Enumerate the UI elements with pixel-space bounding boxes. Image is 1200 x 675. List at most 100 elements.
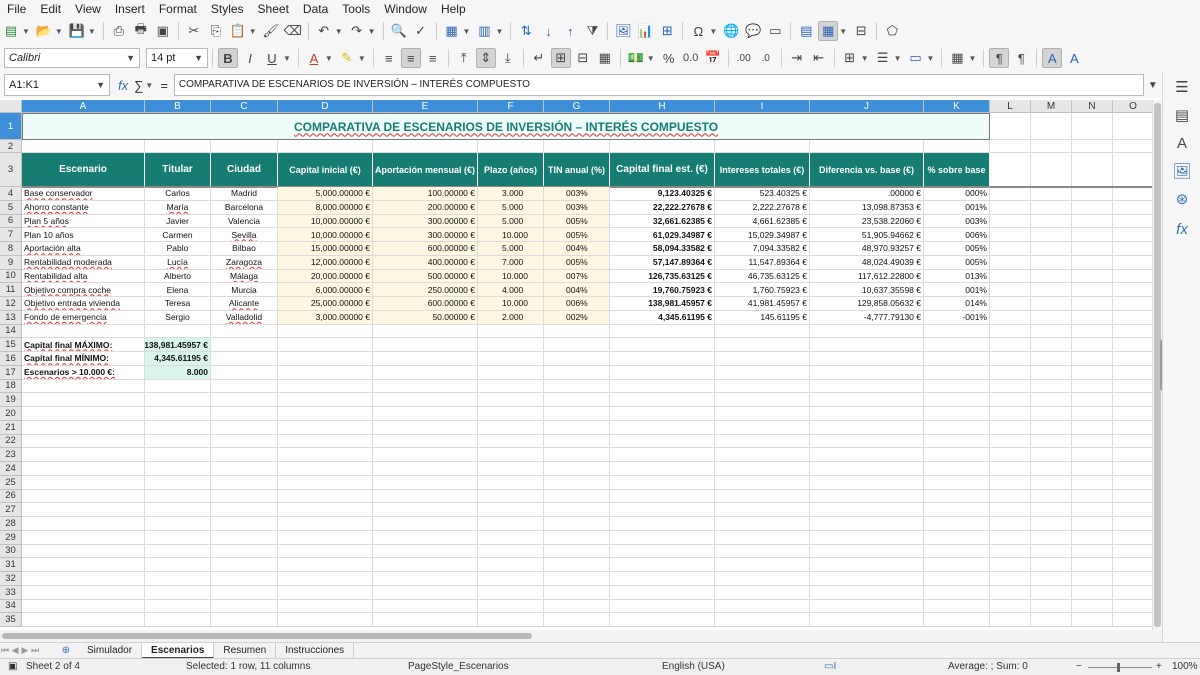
chevron-down-icon[interactable]: ▼ (194, 53, 203, 63)
data-cell[interactable]: 50.00000 € (373, 310, 478, 325)
empty-cell[interactable] (924, 544, 990, 559)
empty-cell[interactable] (22, 420, 145, 435)
column-icon[interactable]: ▥ (474, 21, 494, 41)
empty-cell[interactable] (1113, 407, 1152, 421)
text-orientation-horizontal-icon[interactable]: A (1042, 48, 1063, 68)
empty-cell[interactable] (810, 434, 924, 449)
empty-cell[interactable] (715, 572, 810, 586)
row-header-5[interactable]: 5 (0, 200, 22, 215)
empty-cell[interactable] (924, 503, 990, 517)
empty-cell[interactable] (478, 599, 544, 614)
column-header-m[interactable]: M (1031, 100, 1072, 113)
summary-value[interactable]: 138,981.45957 € (145, 338, 211, 352)
row-header-28[interactable]: 28 (0, 517, 22, 531)
empty-cell[interactable] (810, 475, 924, 490)
empty-cell[interactable] (990, 503, 1031, 517)
empty-cell[interactable] (610, 599, 715, 614)
empty-cell[interactable] (810, 613, 924, 627)
data-cell[interactable]: 2.000 (478, 310, 544, 325)
column-header-d[interactable]: D (278, 100, 373, 113)
empty-cell[interactable] (924, 352, 990, 366)
empty-cell[interactable] (373, 517, 478, 531)
empty-cell[interactable] (1113, 393, 1152, 407)
empty-cell[interactable] (715, 379, 810, 394)
data-cell[interactable]: 57,147.89364 € (610, 255, 715, 270)
empty-cell[interactable] (22, 517, 145, 531)
empty-cell[interactable] (145, 572, 211, 586)
sort-descending-icon[interactable]: ↑ (560, 21, 580, 41)
empty-cell[interactable] (1072, 530, 1113, 545)
copy-icon[interactable]: ⎘ (206, 21, 226, 41)
column-header-g[interactable]: G (544, 100, 610, 113)
empty-cell[interactable] (145, 489, 211, 504)
data-cell[interactable]: 10.000 (478, 228, 544, 242)
empty-cell[interactable] (373, 324, 478, 339)
navigator-icon[interactable]: ⊛ (1173, 190, 1191, 208)
empty-cell[interactable] (990, 517, 1031, 531)
data-cell[interactable]: Zaragoza (211, 255, 278, 270)
data-cell[interactable]: 005% (924, 242, 990, 256)
empty-cell[interactable] (22, 489, 145, 504)
empty-cell[interactable] (715, 420, 810, 435)
empty-cell[interactable] (1072, 544, 1113, 559)
conditional-format-icon[interactable]: ▦ (947, 48, 967, 68)
empty-cell[interactable] (610, 585, 715, 600)
underline-icon[interactable]: U (262, 48, 282, 68)
text-orientation-vertical-icon[interactable]: A (1064, 48, 1084, 68)
data-cell[interactable]: 4,661.62385 € (715, 214, 810, 229)
empty-cell[interactable] (1072, 113, 1113, 140)
empty-cell[interactable] (22, 462, 145, 476)
next-sheet-icon[interactable]: ▶ (20, 645, 30, 656)
data-cell[interactable]: 006% (544, 297, 610, 311)
number-format-icon[interactable]: 0.0 (681, 48, 701, 68)
data-cell[interactable]: Alberto (145, 269, 211, 284)
column-header-i[interactable]: I (715, 100, 810, 113)
data-cell[interactable]: 600.00000 € (373, 297, 478, 311)
empty-cell[interactable] (990, 310, 1031, 325)
column-header-j[interactable]: J (810, 100, 924, 113)
empty-cell[interactable] (924, 324, 990, 339)
empty-cell[interactable] (1072, 613, 1113, 627)
empty-cell[interactable] (211, 407, 278, 421)
empty-cell[interactable] (1113, 153, 1152, 187)
empty-cell[interactable] (1113, 270, 1152, 284)
empty-cell[interactable] (544, 140, 610, 153)
data-cell[interactable]: 6,000.00000 € (278, 283, 373, 297)
zoom-in-icon[interactable]: + (1156, 661, 1162, 672)
column-header-k[interactable]: K (924, 100, 990, 113)
empty-cell[interactable] (924, 338, 990, 352)
header-cell[interactable]: Titular (145, 153, 211, 187)
empty-cell[interactable] (924, 613, 990, 627)
data-cell[interactable]: Carmen (145, 228, 211, 242)
empty-cell[interactable] (478, 365, 544, 380)
data-cell[interactable]: 013% (924, 269, 990, 284)
data-cell[interactable]: 300.00000 € (373, 228, 478, 242)
empty-cell[interactable] (610, 420, 715, 435)
empty-cell[interactable] (145, 503, 211, 517)
border-color-icon[interactable]: ▭ (906, 48, 926, 68)
row-header-11[interactable]: 11 (0, 283, 22, 297)
empty-cell[interactable] (990, 352, 1031, 366)
empty-cell[interactable] (478, 448, 544, 462)
data-cell[interactable]: Teresa (145, 297, 211, 311)
empty-cell[interactable] (990, 200, 1031, 215)
empty-cell[interactable] (145, 544, 211, 559)
border-style-icon[interactable]: ☰ (873, 48, 893, 68)
empty-cell[interactable] (715, 503, 810, 517)
data-cell[interactable]: 200.00000 € (373, 200, 478, 215)
data-cell[interactable]: 129,858.05632 € (810, 297, 924, 311)
empty-cell[interactable] (22, 613, 145, 627)
data-cell[interactable]: Fondo de emergencia (22, 310, 145, 325)
sort-icon[interactable]: ⇅ (516, 21, 536, 41)
center-vertically-icon[interactable]: ⇕ (475, 48, 496, 68)
hyperlink-icon[interactable]: 🌐 (721, 21, 741, 41)
data-cell[interactable]: 51,905.94662 € (810, 228, 924, 242)
borders-dropdown-icon[interactable]: ▼ (861, 54, 869, 63)
empty-cell[interactable] (278, 489, 373, 504)
empty-cell[interactable] (211, 324, 278, 339)
first-sheet-icon[interactable]: ⏮ (0, 645, 10, 656)
data-cell[interactable]: 32,661.62385 € (610, 214, 715, 229)
column-header-c[interactable]: C (211, 100, 278, 113)
zoom-level[interactable]: 100% (1172, 661, 1198, 672)
open-dropdown-icon[interactable]: ▼ (55, 27, 63, 36)
